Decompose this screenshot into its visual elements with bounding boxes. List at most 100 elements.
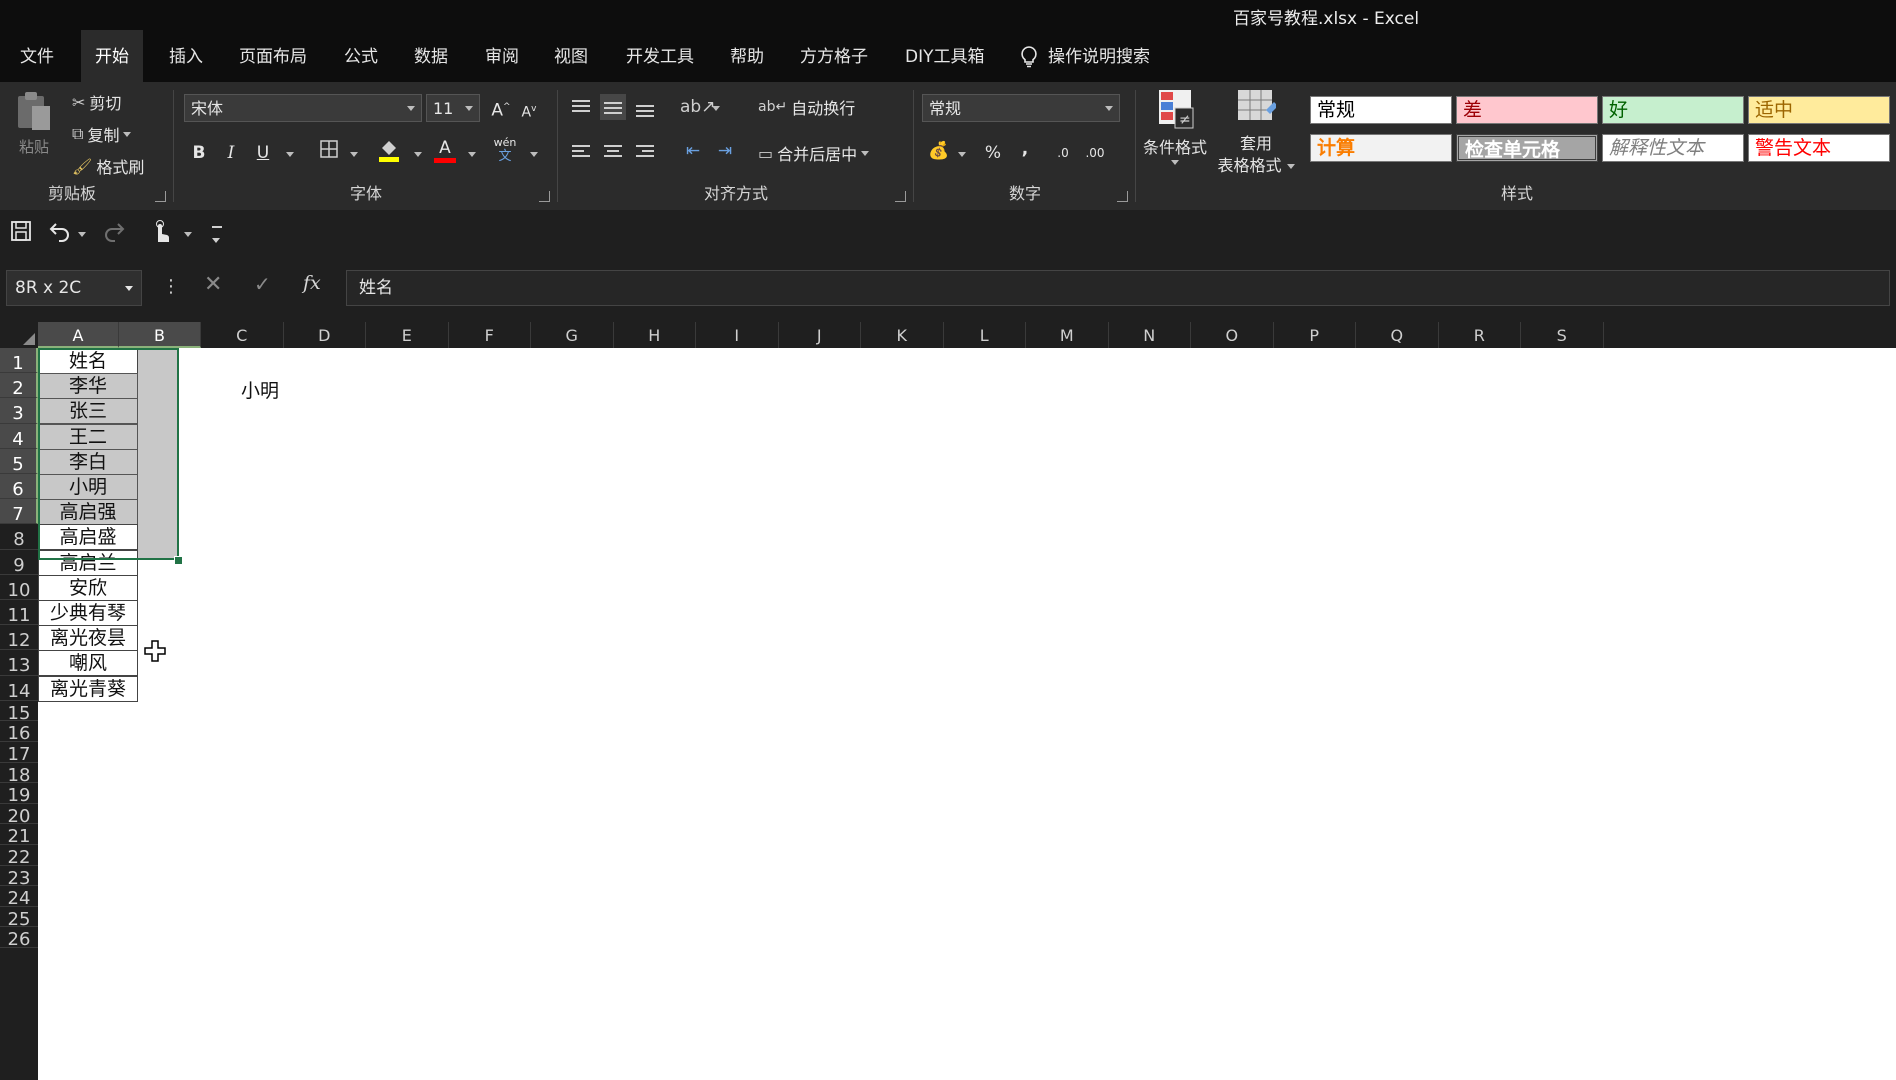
- alignment-launcher-icon[interactable]: [895, 191, 906, 202]
- italic-button[interactable]: I: [218, 140, 244, 166]
- row-header-3[interactable]: 3: [0, 398, 38, 424]
- font-color-button[interactable]: A: [432, 138, 458, 164]
- row-header-26[interactable]: 26: [0, 927, 38, 950]
- more-icon[interactable]: ⋮: [162, 276, 180, 297]
- cell-a12[interactable]: 离光夜昙: [38, 625, 138, 652]
- cell-a11[interactable]: 少典有琴: [38, 600, 138, 626]
- cell-a1[interactable]: 姓名: [38, 348, 138, 374]
- fill-color-button[interactable]: [376, 138, 402, 164]
- font-name-combo[interactable]: 宋体: [184, 94, 422, 122]
- column-header-f[interactable]: F: [449, 322, 531, 348]
- style-warning-text[interactable]: 警告文本: [1748, 134, 1890, 162]
- style-bad[interactable]: 差: [1456, 96, 1598, 124]
- style-check-cell[interactable]: 检查单元格: [1456, 134, 1598, 162]
- chevron-down-icon[interactable]: [286, 152, 294, 157]
- cell-a13[interactable]: 嘲风: [38, 650, 138, 677]
- touch-mode-button[interactable]: [150, 220, 172, 248]
- row-header-14[interactable]: 14: [0, 676, 38, 702]
- tab-developer[interactable]: 开发工具: [612, 30, 708, 82]
- column-header-j[interactable]: J: [779, 322, 861, 348]
- cell-a5[interactable]: 李白: [38, 448, 138, 475]
- chevron-down-icon[interactable]: [530, 152, 538, 157]
- customize-qat-button[interactable]: [212, 226, 224, 254]
- row-header-8[interactable]: 8: [0, 524, 38, 550]
- row-header-11[interactable]: 11: [0, 600, 38, 626]
- cut-button[interactable]: ✂ 剪切: [72, 90, 121, 114]
- accounting-format-button[interactable]: 💰: [926, 138, 952, 164]
- name-box[interactable]: 8R x 2C: [6, 270, 142, 306]
- select-all-button[interactable]: [0, 322, 38, 348]
- insert-function-button[interactable]: fx: [303, 272, 321, 294]
- row-header-2[interactable]: 2: [0, 373, 38, 399]
- tab-formulas[interactable]: 公式: [330, 30, 392, 82]
- merge-center-button[interactable]: ▭ 合并后居中: [758, 141, 870, 165]
- bold-button[interactable]: B: [186, 140, 212, 166]
- row-header-18[interactable]: 18: [0, 763, 38, 786]
- cell-a4[interactable]: 王二: [38, 423, 138, 450]
- font-launcher-icon[interactable]: [539, 191, 550, 202]
- row-header-4[interactable]: 4: [0, 423, 38, 450]
- cell-a8[interactable]: 高启盛: [38, 524, 138, 551]
- row-header-23[interactable]: 23: [0, 866, 38, 889]
- row-header-17[interactable]: 17: [0, 742, 38, 765]
- format-as-table-button[interactable]: 套用 表格格式: [1214, 88, 1298, 176]
- number-format-combo[interactable]: 常规: [922, 94, 1120, 122]
- column-header-n[interactable]: N: [1109, 322, 1191, 348]
- fill-handle[interactable]: [174, 556, 183, 565]
- decrease-decimal-button[interactable]: .00: [1082, 140, 1108, 166]
- chevron-down-icon[interactable]: [414, 152, 422, 157]
- cell-a7[interactable]: 高启强: [38, 499, 138, 526]
- format-painter-button[interactable]: 🖌 格式刷: [72, 154, 144, 178]
- align-left-button[interactable]: [568, 138, 594, 164]
- row-header-24[interactable]: 24: [0, 886, 38, 909]
- redo-button[interactable]: [102, 220, 126, 248]
- chevron-down-icon[interactable]: [958, 152, 966, 157]
- cell-a3[interactable]: 张三: [38, 398, 138, 425]
- underline-button[interactable]: U: [250, 140, 276, 166]
- orientation-button[interactable]: ab↗: [680, 94, 715, 120]
- wrap-text-button[interactable]: ab↵ 自动换行: [758, 95, 855, 119]
- column-header-b[interactable]: B: [119, 322, 201, 348]
- style-normal[interactable]: 常规: [1310, 96, 1452, 124]
- row-header-1[interactable]: 1: [0, 348, 38, 374]
- style-calculation[interactable]: 计算: [1310, 134, 1452, 162]
- tab-file[interactable]: 文件: [6, 30, 68, 82]
- column-header-g[interactable]: G: [531, 322, 614, 348]
- row-header-25[interactable]: 25: [0, 907, 38, 930]
- formula-input[interactable]: 姓名: [346, 270, 1890, 306]
- cell-a10[interactable]: 安欣: [38, 574, 138, 601]
- tab-review[interactable]: 审阅: [471, 30, 533, 82]
- style-good[interactable]: 好: [1602, 96, 1744, 124]
- conditional-formatting-button[interactable]: ≠ 条件格式: [1138, 88, 1212, 165]
- row-header-10[interactable]: 10: [0, 575, 38, 601]
- row-header-9[interactable]: 9: [0, 550, 38, 576]
- column-header-d[interactable]: D: [284, 322, 366, 348]
- cell-a14[interactable]: 离光青葵: [38, 675, 138, 702]
- row-header-20[interactable]: 20: [0, 804, 38, 827]
- align-right-button[interactable]: [632, 138, 658, 164]
- column-header-a[interactable]: A: [38, 322, 119, 348]
- phonetic-button[interactable]: wén 文: [492, 136, 518, 164]
- row-header-12[interactable]: 12: [0, 625, 38, 651]
- column-header-c[interactable]: C: [201, 322, 284, 348]
- comma-style-button[interactable]: ,: [1012, 136, 1038, 162]
- column-header-p[interactable]: P: [1274, 322, 1356, 348]
- tab-fangfanggezi[interactable]: 方方格子: [786, 30, 882, 82]
- column-header-r[interactable]: R: [1439, 322, 1521, 348]
- chevron-down-icon[interactable]: [78, 232, 86, 237]
- chevron-down-icon[interactable]: [468, 152, 476, 157]
- number-launcher-icon[interactable]: [1117, 191, 1128, 202]
- chevron-down-icon[interactable]: [350, 152, 358, 157]
- tab-help[interactable]: 帮助: [716, 30, 778, 82]
- copy-button[interactable]: ⧉ 复制: [72, 122, 132, 146]
- cell-a9[interactable]: 高启兰: [38, 549, 138, 576]
- cell-a2[interactable]: 李华: [38, 373, 138, 400]
- column-header-l[interactable]: L: [944, 322, 1026, 348]
- borders-button[interactable]: [316, 140, 342, 166]
- undo-button[interactable]: [48, 220, 72, 248]
- tab-data[interactable]: 数据: [400, 30, 462, 82]
- font-size-combo[interactable]: 11: [426, 94, 480, 122]
- increase-decimal-button[interactable]: .0: [1050, 140, 1076, 166]
- row-header-7[interactable]: 7: [0, 499, 38, 525]
- row-header-15[interactable]: 15: [0, 701, 38, 724]
